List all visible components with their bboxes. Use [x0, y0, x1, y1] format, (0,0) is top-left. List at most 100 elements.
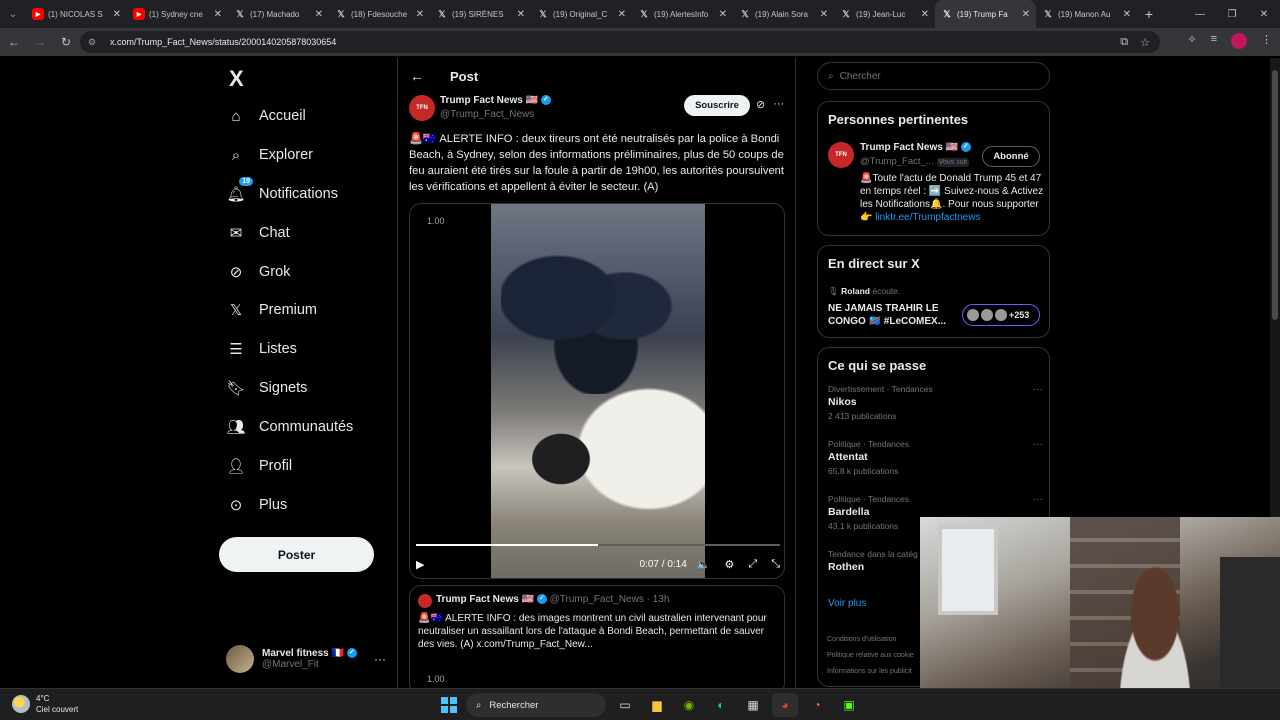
back-icon[interactable]: ←: [2, 30, 26, 54]
more-icon[interactable]: ···: [773, 98, 784, 111]
tab-close-icon[interactable]: ✕: [517, 9, 525, 20]
trend-more-icon[interactable]: ···: [1033, 439, 1043, 450]
fullscreen-icon[interactable]: ⤡: [771, 558, 780, 571]
new-tab-button[interactable]: +: [1137, 6, 1161, 22]
tab-close-icon[interactable]: ✕: [618, 9, 626, 20]
windows-start-icon[interactable]: [438, 694, 460, 716]
author-avatar[interactable]: TFN: [409, 95, 435, 121]
author-handle[interactable]: @Trump_Fact_News: [440, 109, 534, 120]
browser-tab[interactable]: ▶ (1) Sydney cne ✕: [127, 0, 228, 28]
nvidia-icon[interactable]: ◉: [676, 693, 702, 717]
tab-close-icon[interactable]: ✕: [113, 9, 121, 20]
trend-more-icon[interactable]: ···: [1033, 384, 1043, 395]
profile-avatar[interactable]: [1231, 33, 1247, 49]
sidebar-item-profil[interactable]: 👤︎ Profil: [226, 452, 292, 480]
store-icon[interactable]: ▦: [740, 693, 766, 717]
reading-list-icon[interactable]: ≡: [1211, 33, 1217, 49]
edge-icon[interactable]: ◐: [708, 693, 734, 717]
taskbar-search[interactable]: ⌕ Rechercher: [466, 693, 606, 717]
sidebar-item-communautés[interactable]: 👥︎ Communautés: [226, 413, 353, 441]
tab-close-icon[interactable]: ✕: [214, 9, 222, 20]
sidebar-item-premium[interactable]: 𝕏 Premium: [227, 296, 317, 324]
play-icon[interactable]: ▶: [416, 558, 424, 571]
trend-item[interactable]: Divertissement · Tendances Nikos 2 413 pub…: [828, 384, 1043, 421]
following-button[interactable]: Abonné: [982, 146, 1040, 167]
browser-tab[interactable]: ▶ (1) NICOLAS S ✕: [26, 0, 127, 28]
sidebar-item-accueil[interactable]: ⌂ Accueil: [227, 102, 305, 130]
restore-icon[interactable]: ❐: [1216, 0, 1248, 28]
extensions-icon[interactable]: ✧: [1187, 33, 1196, 49]
firefox-icon[interactable]: ◔: [804, 693, 830, 717]
browser-tab[interactable]: 𝕏 (19) SIRÈNES ✕: [430, 0, 531, 28]
browser-tab[interactable]: 𝕏 (19) AlertesInfo ✕: [632, 0, 733, 28]
x-logo-icon[interactable]: X: [229, 66, 244, 92]
url-field[interactable]: ⚙ x.com/Trump_Fact_News/status/200014020…: [80, 31, 1160, 53]
grok-icon[interactable]: ⊘: [756, 98, 765, 111]
bookmark-star-icon[interactable]: ☆: [1140, 36, 1150, 49]
account-switcher[interactable]: Marvel fitness 🇫🇷 ✓ @Marvel_Fit ···: [226, 644, 386, 674]
browser-tab[interactable]: 𝕏 (19) Original_C ✕: [531, 0, 632, 28]
browser-tab[interactable]: 𝕏 (19) Jean-Luc ✕: [834, 0, 935, 28]
sidebar-item-notifications[interactable]: 🔔︎ 19 Notifications: [226, 177, 338, 208]
tab-close-icon[interactable]: ✕: [719, 9, 727, 20]
search-input[interactable]: ⌕ Chercher: [817, 62, 1050, 90]
see-more-link[interactable]: Voir plus: [828, 598, 866, 609]
video-progress-bar[interactable]: [416, 544, 780, 546]
sidebar-item-signets[interactable]: 🔖︎ Signets: [226, 374, 307, 402]
tab-search-icon[interactable]: ⌄: [0, 0, 26, 28]
pip-icon[interactable]: ⤢: [748, 558, 757, 571]
trend-more-icon[interactable]: ···: [1033, 494, 1043, 505]
post-button[interactable]: Poster: [219, 537, 374, 572]
more-icon[interactable]: ···: [374, 652, 386, 666]
sidebar-item-plus[interactable]: ⊙ Plus: [227, 491, 288, 519]
browser-tab[interactable]: 𝕏 (19) Manon Au ✕: [1036, 0, 1137, 28]
tab-close-icon[interactable]: ✕: [1022, 9, 1030, 20]
browser-tab[interactable]: 𝕏 (19) Alain Sora ✕: [733, 0, 834, 28]
install-app-icon[interactable]: ⧉: [1120, 36, 1128, 49]
quoted-post[interactable]: Trump Fact News 🇺🇸 ✓ @Trump_Fact_News · …: [409, 585, 785, 695]
tab-close-icon[interactable]: ✕: [820, 9, 828, 20]
settings-gear-icon[interactable]: ⚙: [725, 558, 735, 571]
sidebar-item-listes[interactable]: ☰ Listes: [227, 335, 297, 363]
browser-menu-icon[interactable]: ⋮: [1261, 33, 1272, 49]
relevant-name[interactable]: Trump Fact News 🇺🇸: [860, 142, 958, 153]
x-icon: 𝕏: [640, 8, 648, 19]
author-name[interactable]: Trump Fact News 🇺🇸: [440, 95, 538, 106]
weather-widget[interactable]: 4°C Ciel couvert: [12, 693, 78, 715]
chrome-icon[interactable]: ◕: [772, 693, 798, 717]
task-view-icon[interactable]: ▭: [612, 693, 638, 717]
subscribe-button[interactable]: Souscrire: [684, 95, 750, 116]
quote-author-name: Trump Fact News 🇺🇸: [436, 594, 535, 605]
obs-app-icon[interactable]: ▣: [836, 693, 862, 717]
video-player[interactable]: 1.00 ▶ 0:07 / 0:14 🔈 ⚙ ⤢ ⤡: [409, 203, 785, 579]
sidebar-item-grok[interactable]: ⊘ Grok: [227, 258, 291, 286]
file-explorer-icon[interactable]: ▆: [644, 693, 670, 717]
relevant-avatar[interactable]: TFN: [828, 142, 854, 168]
reload-icon[interactable]: ↻: [54, 30, 78, 54]
footer-link[interactable]: Politique relative aux cookie: [827, 648, 914, 664]
trend-item[interactable]: Politique · Tendances Attentat 65,8 k publ…: [828, 439, 1043, 476]
minimize-icon[interactable]: —: [1184, 0, 1216, 28]
tab-close-icon[interactable]: ✕: [921, 9, 929, 20]
footer-link[interactable]: Informations sur les publicit: [827, 664, 914, 680]
back-arrow-icon[interactable]: ←: [410, 68, 424, 84]
browser-tab[interactable]: 𝕏 (19) Trump Fa ✕: [935, 0, 1036, 28]
browser-tab[interactable]: 𝕏 (18) Fdesouche ✕: [329, 0, 430, 28]
communities-icon: 👥︎: [226, 419, 246, 436]
footer-link[interactable]: Conditions d'utilisation: [827, 632, 914, 648]
forward-icon[interactable]: →: [28, 30, 52, 54]
space-listeners-pill[interactable]: +253: [962, 304, 1040, 326]
bio-link[interactable]: linktr.ee/Trumpfactnews: [875, 212, 980, 223]
tab-close-icon[interactable]: ✕: [315, 9, 323, 20]
close-window-icon[interactable]: ✕: [1248, 0, 1280, 28]
volume-icon[interactable]: 🔈: [697, 558, 711, 571]
site-info-icon[interactable]: ⚙: [88, 37, 102, 48]
tab-title: (18) Fdesouche: [351, 9, 408, 19]
sidebar-item-explorer[interactable]: ⌕ Explorer: [227, 141, 313, 169]
browser-tab[interactable]: 𝕏 (17) Machado ✕: [228, 0, 329, 28]
tab-close-icon[interactable]: ✕: [416, 9, 424, 20]
sidebar-item-chat[interactable]: ✉ Chat: [227, 219, 290, 247]
tab-close-icon[interactable]: ✕: [1123, 9, 1131, 20]
space-title[interactable]: NE JAMAIS TRAHIR LE CONGO 🇨🇩 #LeCOMEX...: [828, 302, 958, 328]
verified-icon: ✓: [346, 648, 357, 659]
